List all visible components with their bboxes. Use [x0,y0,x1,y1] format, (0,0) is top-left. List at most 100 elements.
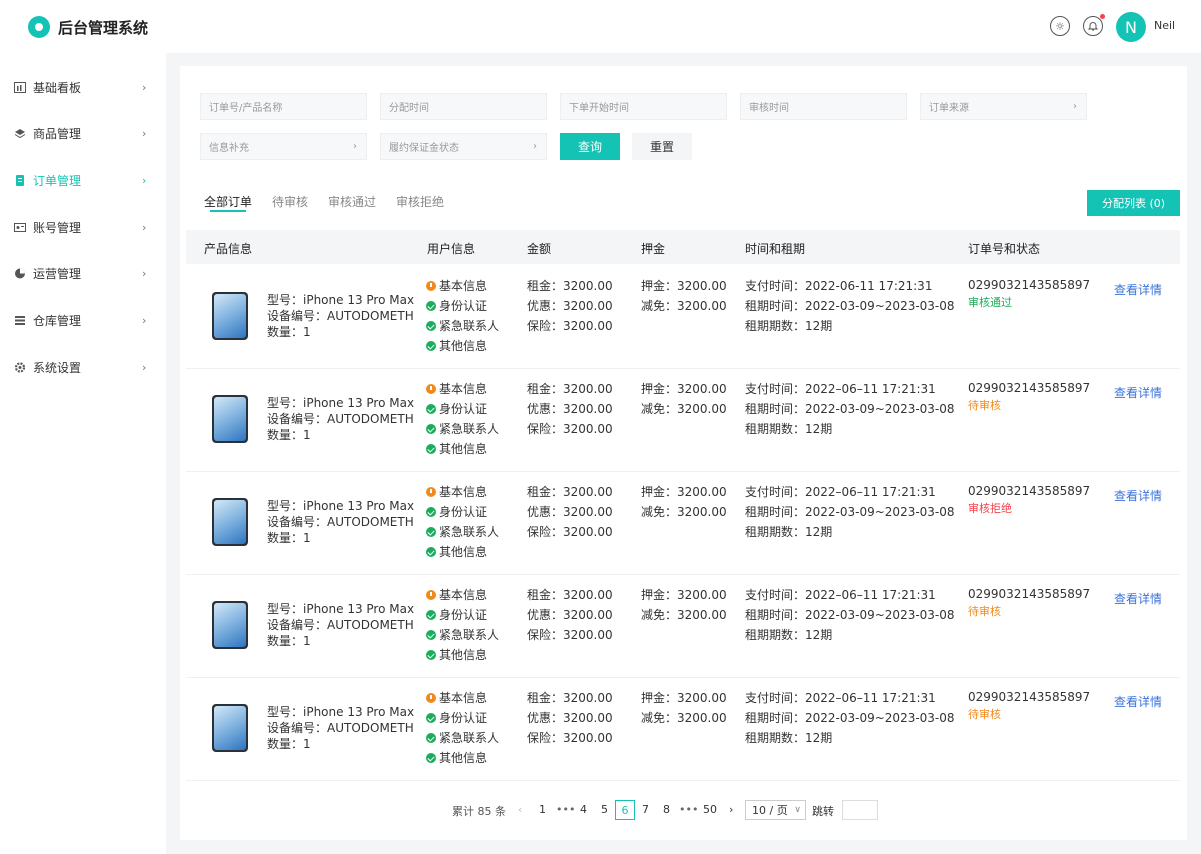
sidebar-item-dashboard[interactable]: 基础看板 › [0,67,166,107]
user-info-item: 其他信息 [426,748,499,768]
order-info: 0299032143585897 审核拒绝 [968,482,1090,518]
chevron-right-icon: › [142,220,147,234]
user-info-item: 身份认证 [426,708,499,728]
user-info: 基本信息 身份认证 紧急联系人 其他信息 [426,276,499,356]
product-image [212,704,248,752]
order-start-time-picker[interactable]: 下单开始时间 [560,93,727,120]
order-source-select[interactable]: 订单来源 › [920,93,1087,120]
page-jump-input[interactable] [842,800,878,820]
sidebar-item-warehouse[interactable]: 仓库管理 › [0,301,166,341]
view-detail-link[interactable]: 查看详情 [1114,384,1162,401]
pagination-prev[interactable]: ‹ [518,803,522,816]
amount-info: 租金：3200.00 优惠：3200.00 保险：3200.00 [527,485,613,539]
page-link[interactable]: 5 [601,803,608,816]
table-row: 型号：iPhone 13 Pro Max 设备编号：AUTODOMETH 数量：… [186,575,1180,678]
user-info-item: 身份认证 [426,502,499,522]
reset-button[interactable]: 重置 [632,133,692,160]
chevron-right-icon: › [142,80,147,94]
amount-info: 租金：3200.00 优惠：3200.00 保险：3200.00 [527,691,613,745]
deposit-info: 押金：3200.00 减免：3200.00 [641,382,727,416]
user-info-item: 身份认证 [426,296,499,316]
page-size-select[interactable]: 10 / 页 ∨ [745,800,806,820]
list-icon [14,315,26,326]
product-device-no: 设备编号：AUTODOMETH [267,309,414,323]
order-number: 0299032143585897 [968,484,1091,498]
product-info: 型号：iPhone 13 Pro Max 设备编号：AUTODOMETH 数量：… [267,292,414,340]
theme-sun-icon[interactable]: ☼ [1050,16,1070,36]
product-model: 型号：iPhone 13 Pro Max [267,705,415,719]
page-ellipsis[interactable]: ••• [679,803,698,816]
user-info: 基本信息 身份认证 紧急联系人 其他信息 [426,688,499,768]
time-info: 支付时间：2022–06–11 17:21:31 租期时间：2022-03-09… [745,588,955,642]
chevron-right-icon: › [142,127,147,141]
product-info: 型号：iPhone 13 Pro Max 设备编号：AUTODOMETH 数量：… [267,601,414,649]
order-product-input[interactable]: 订单号/产品名称 [200,93,367,120]
page-link[interactable]: 8 [663,803,670,816]
bell-icon[interactable] [1083,16,1103,36]
status-badge: 审核拒绝 [968,502,1012,515]
user-info-item: 其他信息 [426,645,499,665]
th-time: 时间和租期 [745,242,806,256]
table-row: 型号：iPhone 13 Pro Max 设备编号：AUTODOMETH 数量：… [186,266,1180,369]
query-button[interactable]: 查询 [560,133,620,160]
sidebar-item-operations[interactable]: 运营管理 › [0,254,166,294]
page-link[interactable]: 50 [703,803,717,816]
check-circle-icon [426,444,436,454]
tab-approved[interactable]: 审核通过 [328,193,376,210]
sidebar-item-label: 基础看板 [33,80,82,95]
page-link[interactable]: 1 [539,803,546,816]
amount-info: 租金：3200.00 优惠：3200.00 保险：3200.00 [527,588,613,642]
user-info: 基本信息 身份认证 紧急联系人 其他信息 [426,482,499,562]
sidebar-item-settings[interactable]: 系统设置 › [0,347,166,387]
page-current[interactable]: 6 [615,800,635,820]
check-circle-icon [426,753,436,763]
view-detail-link[interactable]: 查看详情 [1114,487,1162,504]
check-circle-icon [426,527,436,537]
sidebar-item-products[interactable]: 商品管理 › [0,114,166,154]
tab-pending[interactable]: 待审核 [272,193,308,210]
warning-icon [426,384,436,394]
avatar[interactable]: N [1116,12,1146,42]
view-detail-link[interactable]: 查看详情 [1114,281,1162,298]
chevron-down-icon: ∨ [794,805,801,815]
product-qty: 数量：1 [267,737,311,751]
check-circle-icon [426,404,436,414]
product-qty: 数量：1 [267,531,311,545]
order-info: 0299032143585897 待审核 [968,688,1090,724]
assign-time-picker[interactable]: 分配时间 [380,93,547,120]
status-badge: 待审核 [968,708,1001,721]
product-image [212,292,248,340]
view-detail-link[interactable]: 查看详情 [1114,590,1162,607]
sidebar-item-orders[interactable]: 订单管理 › [0,160,166,200]
user-info: 基本信息 身份认证 紧急联系人 其他信息 [426,585,499,665]
th-amount: 金额 [527,242,552,256]
deposit-status-select[interactable]: 履约保证金状态 › [380,133,547,160]
time-info: 支付时间：2022-06-11 17:21:31 租期时间：2022-03-09… [745,279,955,333]
sidebar-item-accounts[interactable]: 账号管理 › [0,207,166,247]
app-title: 后台管理系统 [58,19,149,37]
pagination-next[interactable]: › [729,803,733,816]
info-supplement-select[interactable]: 信息补充 › [200,133,367,160]
assign-list-button[interactable]: 分配列表 (0) [1087,190,1180,216]
amount-info: 租金：3200.00 优惠：3200.00 保险：3200.00 [527,279,613,333]
tab-rejected[interactable]: 审核拒绝 [396,193,444,210]
username[interactable]: Neil [1154,19,1175,32]
product-image [212,601,248,649]
product-qty: 数量：1 [267,634,311,648]
page-link[interactable]: 4 [580,803,587,816]
status-badge: 待审核 [968,399,1001,412]
chevron-right-icon: › [533,141,537,152]
tab-all-orders[interactable]: 全部订单 [204,193,252,210]
deposit-info: 押金：3200.00 减免：3200.00 [641,691,727,725]
page-link[interactable]: 7 [642,803,649,816]
view-detail-link[interactable]: 查看详情 [1114,693,1162,710]
product-model: 型号：iPhone 13 Pro Max [267,396,415,410]
pagination-total: 累计 85 条 [452,805,506,818]
page-ellipsis[interactable]: ••• [556,803,575,816]
order-info: 0299032143585897 审核通过 [968,276,1090,312]
pie-chart-icon [14,268,26,279]
product-model: 型号：iPhone 13 Pro Max [267,293,415,307]
order-info: 0299032143585897 待审核 [968,379,1090,415]
sidebar-item-label: 运营管理 [33,267,82,282]
review-time-picker[interactable]: 审核时间 [740,93,907,120]
